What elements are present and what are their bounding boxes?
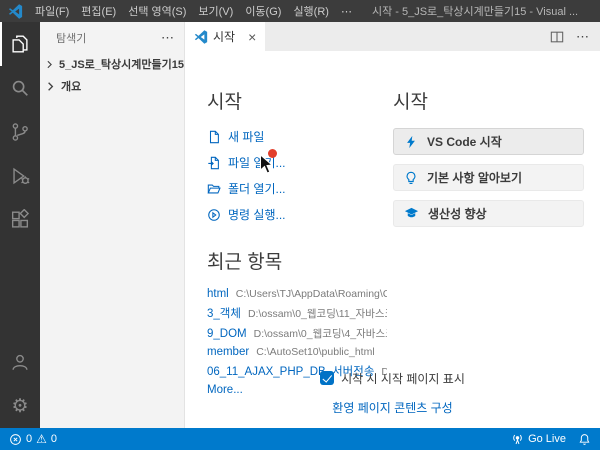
editor-actions: ⋯ (539, 22, 600, 51)
account-icon[interactable] (0, 340, 40, 384)
warning-icon: ⚠ (36, 432, 47, 446)
run-command-icon (208, 208, 220, 221)
editor-area: 시작 × ⋯ 시작 새 파일 파일 열기... 폴더 열기... 명령 실행..… (185, 22, 600, 428)
start-section-title: 시작 (207, 92, 242, 113)
split-editor-icon[interactable] (550, 30, 564, 44)
sidebar-item-outline[interactable]: 개요 (40, 75, 184, 97)
close-icon[interactable]: × (248, 30, 256, 44)
walkthrough-productivity[interactable]: 생산성 향상 (393, 200, 584, 227)
problems-indicator[interactable]: 0 ⚠ 0 (9, 433, 57, 446)
window-title: 시작 - 5_JS로_탁상시계만들기15 - Visual ... (371, 6, 579, 18)
vscode-window: 파일(F) 편집(E) 선택 영역(S) 보기(V) 이동(G) 실행(R) ⋯… (0, 0, 600, 450)
activity-bar-spacer (0, 242, 40, 340)
vscode-logo-icon (194, 29, 208, 44)
walkthrough-fundamentals[interactable]: 기본 사항 알아보기 (393, 164, 584, 191)
menu-file[interactable]: 파일(F) (29, 3, 75, 19)
lightbulb-icon (406, 171, 416, 184)
run-debug-icon[interactable] (0, 154, 40, 198)
search-icon[interactable] (0, 66, 40, 110)
broadcast-icon (513, 434, 522, 444)
new-file-icon (209, 130, 219, 143)
welcome-footer: 시작 시 시작 페이지 표시 환영 페이지 콘텐츠 구성 (185, 370, 600, 417)
outline-label: 개요 (61, 81, 82, 93)
open-folder-link[interactable]: 폴더 열기... (207, 180, 387, 197)
extensions-icon[interactable] (0, 198, 40, 242)
zap-icon (407, 135, 415, 148)
menu-run[interactable]: 실행(R) (287, 3, 335, 19)
menu-view[interactable]: 보기(V) (192, 3, 239, 19)
folder-root-label: 5_JS로_탁상시계만들기15 (58, 59, 184, 71)
show-welcome-on-startup[interactable]: 시작 시 시작 페이지 표시 (320, 370, 465, 387)
checkbox-checked-icon[interactable] (320, 371, 335, 385)
checkbox-label: 시작 시 시작 페이지 표시 (341, 371, 465, 386)
settings-gear-icon[interactable]: ⚙ (0, 384, 40, 428)
bell-icon[interactable] (578, 433, 591, 446)
walkthroughs-section-title: 시작 (393, 92, 428, 113)
explorer-sidebar: 탐색기 ⋯ 5_JS로_탁상시계만들기15 개요 (40, 22, 185, 428)
chevron-right-icon (47, 60, 52, 68)
welcome-page: 시작 새 파일 파일 열기... 폴더 열기... 명령 실행... 최근 항목… (185, 51, 600, 428)
explorer-icon[interactable] (0, 22, 40, 66)
menu-selection[interactable]: 선택 영역(S) (122, 3, 192, 19)
source-control-icon[interactable] (0, 110, 40, 154)
recent-item[interactable]: html C:\Users\TJ\AppData\Roaming\Code\..… (207, 288, 387, 300)
menu-edit[interactable]: 편집(E) (75, 3, 122, 19)
tab-bar: 시작 × ⋯ (185, 22, 600, 51)
error-icon (10, 433, 21, 445)
status-bar: 0 ⚠ 0 Go Live (0, 428, 600, 450)
configure-welcome-content-link[interactable]: 환영 페이지 콘텐츠 구성 (185, 399, 600, 416)
recent-section-title: 최근 항목 (207, 252, 283, 273)
tab-welcome[interactable]: 시작 × (185, 22, 266, 51)
open-folder-icon (207, 184, 221, 193)
recent-item[interactable]: 9_DOM D:\ossam\0_웹코딩\4_자바스크립트 (207, 326, 387, 341)
menu-more-icon[interactable]: ⋯ (335, 5, 358, 18)
sidebar-header: 탐색기 ⋯ (40, 22, 184, 53)
vscode-logo-icon (8, 3, 23, 19)
open-file-link[interactable]: 파일 열기... (207, 154, 387, 171)
sidebar-item-folder-root[interactable]: 5_JS로_탁상시계만들기15 (40, 53, 184, 75)
activity-bar: ⚙ (0, 22, 40, 428)
chevron-right-icon (48, 81, 54, 91)
editor-more-actions-icon[interactable]: ⋯ (576, 29, 589, 45)
recent-item[interactable]: member C:\AutoSet10\public_html (207, 346, 387, 358)
error-count: 0 (26, 433, 33, 445)
menu-go[interactable]: 이동(G) (239, 3, 287, 19)
graduation-cap-icon (404, 207, 419, 218)
tab-label: 시작 (213, 30, 236, 44)
sidebar-more-actions-icon[interactable]: ⋯ (161, 30, 174, 46)
open-file-icon (208, 156, 219, 169)
sidebar-title: 탐색기 (56, 32, 87, 45)
go-live-button[interactable]: Go Live (511, 433, 566, 446)
go-live-label: Go Live (528, 433, 566, 445)
new-file-link[interactable]: 새 파일 (207, 128, 387, 145)
recent-item[interactable]: 3_객체 D:\ossam\0_웹코딩\11_자바스크립... (207, 305, 387, 321)
title-bar: 파일(F) 편집(E) 선택 영역(S) 보기(V) 이동(G) 실행(R) ⋯… (0, 0, 600, 22)
walkthrough-get-started[interactable]: VS Code 시작 (393, 128, 584, 155)
run-command-link[interactable]: 명령 실행... (207, 206, 387, 223)
warning-count: 0 (50, 433, 58, 445)
